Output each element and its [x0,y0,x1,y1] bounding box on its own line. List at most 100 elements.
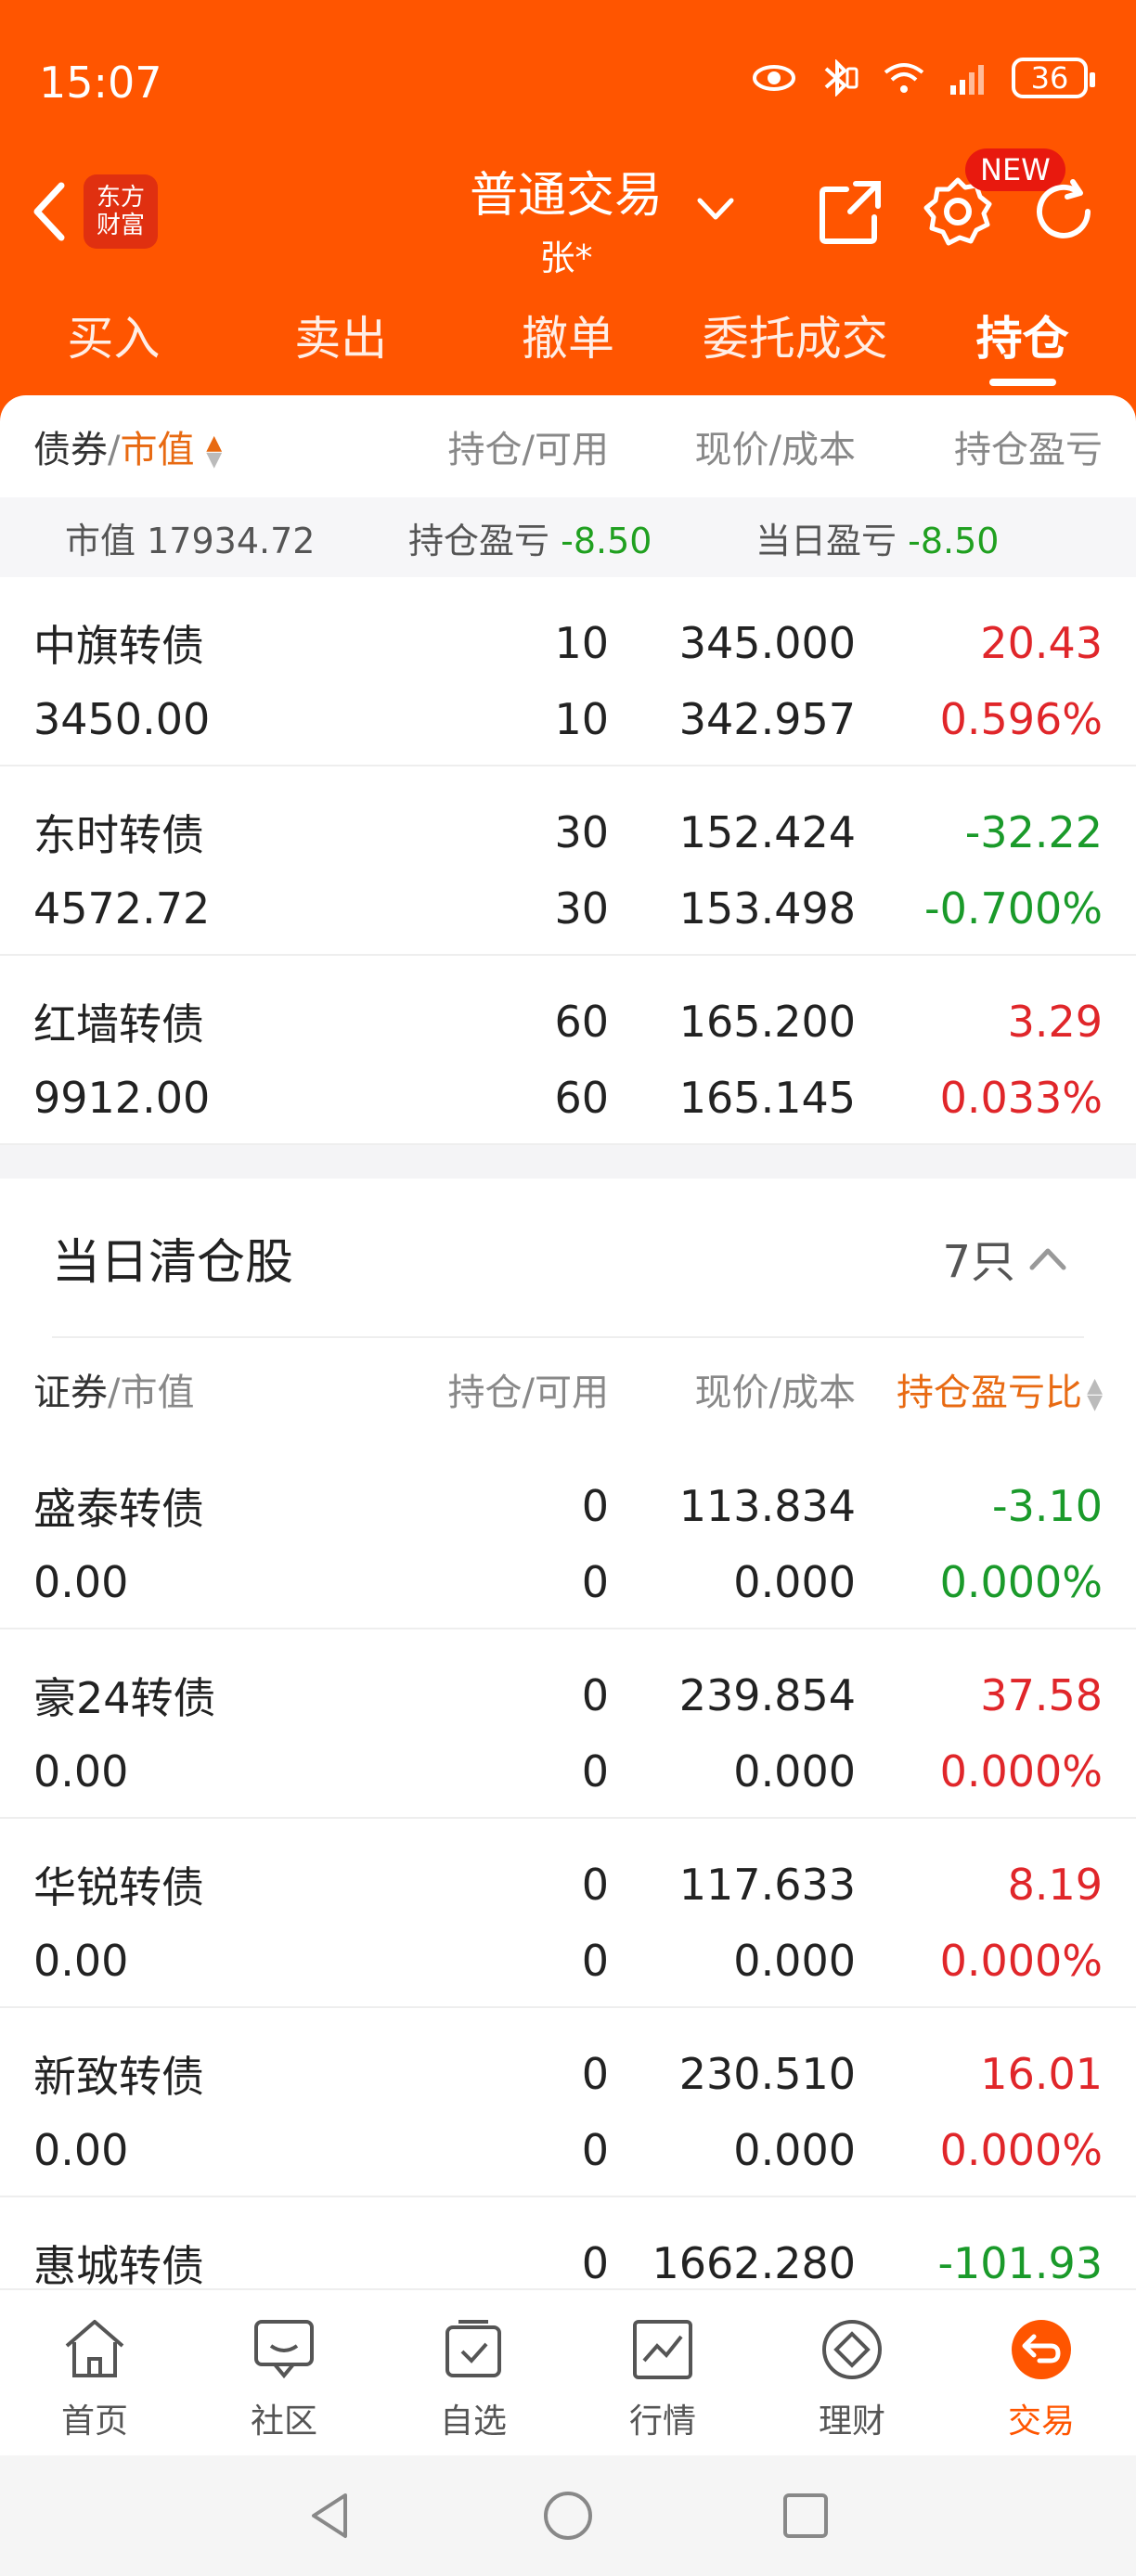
back-arrow-icon[interactable] [28,178,72,245]
summary-position-pl: 持仓盈亏 -8.50 [408,512,755,563]
bond-name: 红墙转债 [33,999,204,1050]
market-value: 4572.72 [33,883,211,934]
available-qty: 60 [554,1073,609,1123]
position-pl: 16.01 [980,2049,1103,2099]
pl-percent: 0.000% [939,2125,1103,2175]
column-name-mv[interactable]: 债券/市值 ▲ ▼ [33,419,405,473]
available-qty: 0 [581,2125,609,2175]
current-price: 113.834 [678,1481,856,1531]
section-gap [0,1145,1136,1179]
column-pl[interactable]: 持仓盈亏 [856,419,1103,473]
hold-qty: 30 [554,807,609,857]
tab-buy[interactable]: 买入 [0,278,227,399]
trade-tabs: 买入 卖出 撤单 委托成交 持仓 [0,278,1136,399]
table-row[interactable]: 中旗转债 10 345.000 20.43 3450.00 10 342.957 0.596% [0,577,1136,766]
cleared-count: 7只 [942,1236,1015,1288]
market-value: 9912.00 [33,1073,211,1123]
home-icon [65,2320,124,2377]
table-row[interactable]: 豪24转债 0 239.854 37.58 0.00 0 0.000 0.000% [0,1629,1136,1819]
nav-community[interactable]: 社区 [189,2290,379,2455]
cost-price: 0.000 [733,1746,856,1797]
logo-text-bottom: 财富 [96,212,145,239]
cost-price: 0.000 [733,2125,856,2175]
row-line-top: 豪24转债 0 239.854 37.58 [33,1657,1103,1733]
column-price-cost[interactable]: 现价/成本 [609,419,856,473]
refresh-icon[interactable] [1026,174,1101,249]
hold-qty: 10 [554,618,609,668]
account-selector[interactable]: 普通交易 张* [408,156,724,280]
tab-cancel[interactable]: 撤单 [455,278,682,399]
cleared-column-name-mv[interactable]: 证券/市值 [33,1362,405,1416]
pl-percent: 0.000% [939,1746,1103,1797]
column-label-mv: 市值 [120,1372,195,1414]
table-row[interactable]: 惠城转债 0 1662.280 -101.93 [0,2197,1136,2288]
table-row[interactable]: 盛泰转债 0 113.834 -3.10 0.00 0 0.000 0.000% [0,1440,1136,1629]
system-home-icon[interactable] [542,2490,594,2542]
status-bar: 15:07 36 [0,0,1136,158]
nav-watchlist-label: 自选 [439,2402,507,2441]
summary-day-pl: 当日盈亏 -8.50 [755,512,999,563]
system-back-icon[interactable] [304,2490,356,2542]
row-line-top: 红墙转债 60 165.200 3.29 [33,984,1103,1060]
market-value: 0.00 [33,1936,129,1986]
table-row[interactable]: 东时转债 30 152.424 -32.22 4572.72 30 153.498 -0.70… [0,766,1136,956]
row-line-top: 惠城转债 0 1662.280 -101.93 [33,2225,1103,2288]
current-price: 345.000 [678,618,856,668]
table-row[interactable]: 红墙转债 60 165.200 3.29 9912.00 60 165.145 0.033% [0,956,1136,1145]
column-label-mv: 市值 [120,429,195,471]
tab-sell[interactable]: 卖出 [227,278,455,399]
row-line-top: 中旗转债 10 345.000 20.43 [33,605,1103,681]
nav-home[interactable]: 首页 [0,2290,189,2455]
app-header: 东方 财富 普通交易 张* NEW [0,139,1136,278]
table-row[interactable]: 新致转债 0 230.510 16.01 0.00 0 0.000 0.000% [0,2008,1136,2197]
hold-qty: 0 [581,1670,609,1720]
row-line-bottom: 0.00 0 0.000 0.000% [33,1544,1103,1620]
available-qty: 30 [554,883,609,934]
signal-icon [950,65,984,95]
tab-positions[interactable]: 持仓 [909,278,1136,399]
hold-qty: 0 [581,2238,609,2288]
table-row[interactable]: 华锐转债 0 117.633 8.19 0.00 0 0.000 0.000% [0,1819,1136,2008]
cost-price: 153.498 [678,883,856,934]
cleared-column-pl-ratio[interactable]: 持仓盈亏比 ▲ ▼ [856,1362,1103,1416]
nav-market[interactable]: 行情 [568,2290,757,2455]
market-value: 3450.00 [33,694,211,744]
cleared-list: 盛泰转债 0 113.834 -3.10 0.00 0 0.000 0.000% 豪24转债 0 2… [0,1440,1136,2288]
pl-percent: 0.033% [939,1073,1103,1123]
sort-icon: ▲ ▼ [1087,1374,1103,1414]
nav-watchlist[interactable]: 自选 [379,2290,568,2455]
cleared-column-price-cost[interactable]: 现价/成本 [609,1362,856,1416]
cleared-section-header[interactable]: 当日清仓股 7只 [0,1179,1136,1336]
nav-community-label: 社区 [250,2402,317,2441]
share-icon[interactable] [815,174,889,249]
position-pl: 8.19 [1007,1860,1103,1910]
summary-day-label: 当日盈亏 [755,520,897,561]
bluetooth-icon [824,59,858,97]
chevron-down-icon[interactable] [694,187,737,230]
holdings-list: 中旗转债 10 345.000 20.43 3450.00 10 342.957 0.596%… [0,577,1136,1145]
current-price: 117.633 [678,1860,856,1910]
summary-mv-label: 市值 [65,520,136,561]
row-line-bottom: 3450.00 10 342.957 0.596% [33,681,1103,757]
current-price: 165.200 [678,997,856,1047]
row-line-top: 东时转债 30 152.424 -32.22 [33,794,1103,870]
chevron-up-icon[interactable] [1026,1240,1069,1277]
bond-name: 中旗转债 [33,621,204,671]
tab-orders[interactable]: 委托成交 [681,278,909,399]
summary-day-value: -8.50 [908,520,1000,561]
row-line-top: 盛泰转债 0 113.834 -3.10 [33,1468,1103,1544]
summary-mv-value: 17934.72 [147,520,316,561]
sort-icon: ▲ ▼ [206,431,223,471]
column-hold-avail[interactable]: 持仓/可用 [405,419,609,473]
logo-text-top: 东方 [96,184,145,212]
cleared-column-hold-avail[interactable]: 持仓/可用 [405,1362,609,1416]
nav-finance[interactable]: 理财 [757,2290,947,2455]
summary-market-value: 市值 17934.72 [65,512,408,563]
bond-name: 华锐转债 [33,1862,204,1913]
trade-icon [1012,2320,1071,2379]
system-recents-icon[interactable] [780,2490,832,2542]
cost-price: 0.000 [733,1936,856,1986]
battery-indicator: 36 [1012,58,1095,98]
current-price: 152.424 [678,807,856,857]
nav-trade[interactable]: 交易 [947,2290,1136,2455]
